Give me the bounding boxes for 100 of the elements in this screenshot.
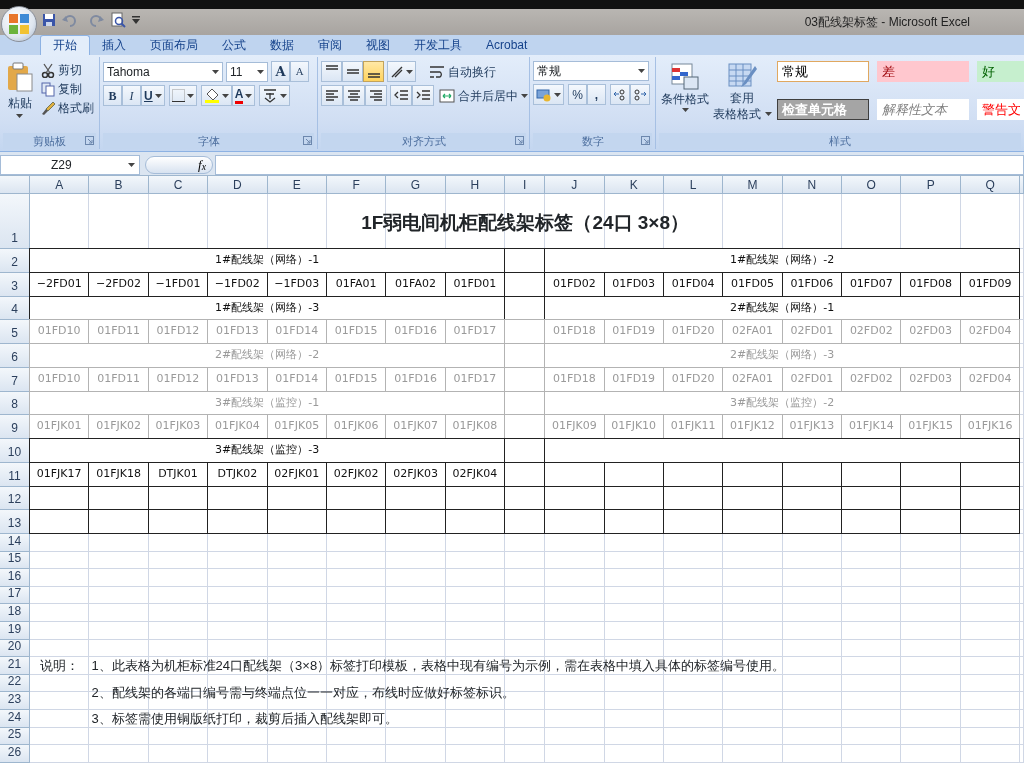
row-header[interactable]: 18 <box>0 604 30 622</box>
ribbon-tab[interactable]: 开发工具 <box>402 36 474 55</box>
column-header[interactable]: J <box>545 176 605 194</box>
middle-align-button[interactable] <box>342 61 363 82</box>
fill-color-button[interactable] <box>200 85 232 106</box>
cut-button[interactable]: 剪切 <box>39 61 96 79</box>
note-text: 3、标签需使用铜版纸打印，裁剪后插入配线架即可。 <box>90 710 399 728</box>
column-header[interactable]: K <box>604 176 664 194</box>
row-header[interactable]: 8 <box>0 391 30 416</box>
ribbon-tab[interactable]: 开始 <box>40 35 90 55</box>
column-header[interactable]: I <box>505 176 546 194</box>
align-left-button[interactable] <box>321 85 343 106</box>
column-header[interactable]: A <box>30 176 90 194</box>
ribbon-tab[interactable]: 审阅 <box>306 36 354 55</box>
top-align-button[interactable] <box>321 61 342 82</box>
cell-style-option[interactable]: 解释性文本 <box>877 99 969 120</box>
increase-font-button[interactable]: A <box>271 61 290 82</box>
decrease-font-button[interactable]: A <box>290 61 309 82</box>
paste-button[interactable]: 粘贴 <box>3 61 36 133</box>
italic-button[interactable]: I <box>122 85 141 106</box>
name-box[interactable]: Z29 <box>0 154 140 175</box>
column-header[interactable]: G <box>386 176 446 194</box>
caret-icon <box>764 112 772 116</box>
row-header[interactable]: 11 <box>0 462 30 487</box>
row-header[interactable]: 2 <box>0 249 30 273</box>
copy-button[interactable]: 复制 <box>39 80 96 98</box>
currency-button[interactable] <box>533 84 564 105</box>
column-header[interactable]: Q <box>960 176 1021 194</box>
font-name-dropdown[interactable]: Tahoma <box>103 61 223 82</box>
row-header[interactable]: 6 <box>0 344 30 368</box>
underline-button[interactable]: U <box>141 85 165 106</box>
ribbon-tab[interactable]: 插入 <box>90 36 138 55</box>
cell-style-option[interactable]: 差 <box>877 61 969 82</box>
office-button[interactable] <box>1 6 37 42</box>
row-header[interactable]: 16 <box>0 569 30 587</box>
column-header[interactable]: B <box>89 176 149 194</box>
font-color-button[interactable]: A <box>231 85 256 106</box>
align-right-button[interactable] <box>365 85 387 106</box>
row-header[interactable]: 23 <box>0 692 30 710</box>
bold-button[interactable]: B <box>103 85 122 106</box>
caret-icon <box>257 69 264 74</box>
percent-button[interactable]: % <box>568 84 587 105</box>
ribbon-tab[interactable]: Acrobat <box>474 36 540 55</box>
caret-icon <box>212 69 219 74</box>
caret-icon <box>154 93 162 98</box>
column-header[interactable]: E <box>267 176 327 194</box>
row-header[interactable]: 1 <box>0 194 30 249</box>
row-header[interactable]: 21 <box>0 657 30 675</box>
row-header[interactable]: 5 <box>0 320 30 344</box>
insert-function-button[interactable]: f$_{x}$ <box>145 155 213 174</box>
column-header[interactable]: M <box>723 176 783 194</box>
print-preview-icon[interactable] <box>110 12 126 28</box>
format-as-table-button[interactable]: 套用 表格格式 <box>714 61 770 123</box>
row-header[interactable]: 12 <box>0 486 30 511</box>
increase-indent-button[interactable] <box>412 85 434 106</box>
cell-style-option[interactable]: 警告文 <box>977 99 1024 120</box>
column-header[interactable]: O <box>842 176 902 194</box>
column-header[interactable]: D <box>208 176 268 194</box>
column-header[interactable]: N <box>782 176 843 194</box>
increase-decimal-button[interactable] <box>610 84 630 105</box>
ribbon-tab[interactable]: 视图 <box>354 36 402 55</box>
wrap-text-button[interactable]: 自动换行 <box>427 62 498 81</box>
font-size-dropdown[interactable]: 11 <box>226 61 268 82</box>
borders-icon <box>171 89 185 102</box>
borders-button[interactable] <box>168 85 197 106</box>
row-header[interactable]: 13 <box>0 510 30 534</box>
customize-toolbar-icon[interactable] <box>132 16 140 24</box>
phonetic-button[interactable] <box>259 85 291 106</box>
format-painter-button[interactable]: 格式刷 <box>39 99 96 117</box>
decrease-indent-button[interactable] <box>390 85 412 106</box>
window-title: 03配线架标签 - Microsoft Excel <box>804 14 970 31</box>
ribbon-tab[interactable]: 公式 <box>210 36 258 55</box>
merge-cells-icon <box>439 88 455 103</box>
row-header[interactable]: 26 <box>0 745 30 763</box>
column-header[interactable]: P <box>901 176 961 194</box>
column-header[interactable]: C <box>148 176 209 194</box>
caret-icon <box>554 92 561 97</box>
ribbon-tab[interactable]: 数据 <box>258 36 306 55</box>
row-header[interactable]: 3 <box>0 272 30 297</box>
comma-button[interactable]: , <box>587 84 606 105</box>
column-header[interactable]: L <box>663 176 724 194</box>
number-format-dropdown[interactable]: 常规 <box>533 61 649 81</box>
cell-style-option[interactable]: 好 <box>977 61 1024 82</box>
orientation-button[interactable] <box>387 61 416 82</box>
center-button[interactable] <box>343 85 365 106</box>
decrease-decimal-button[interactable] <box>630 84 650 105</box>
formula-input[interactable] <box>215 154 1024 175</box>
row-header[interactable]: 7 <box>0 367 30 392</box>
column-header[interactable]: F <box>326 176 387 194</box>
row-header[interactable]: 14 <box>0 534 30 552</box>
ribbon-tab[interactable]: 页面布局 <box>138 36 210 55</box>
column-header[interactable]: H <box>445 176 506 194</box>
merge-center-button[interactable]: 合并后居中 <box>437 86 530 105</box>
bottom-align-button[interactable] <box>363 61 384 82</box>
save-icon[interactable] <box>42 13 56 27</box>
row-header[interactable]: 10 <box>0 439 30 463</box>
cell-style-option[interactable]: 常规 <box>777 61 869 82</box>
row-header[interactable]: 4 <box>0 296 30 321</box>
conditional-formatting-button[interactable]: 条件格式 <box>659 61 711 113</box>
row-header[interactable]: 9 <box>0 415 30 439</box>
